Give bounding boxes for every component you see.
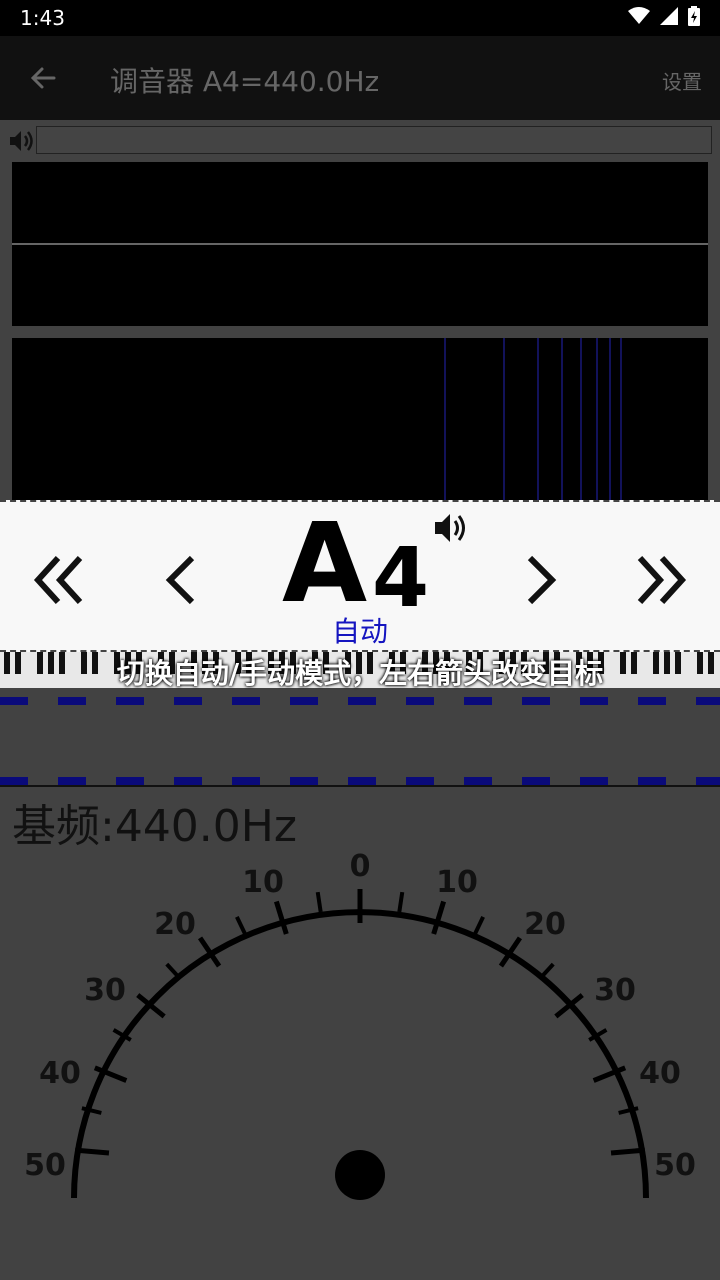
gauge-needle-pivot: [335, 1150, 385, 1200]
spectrum-line: [503, 338, 505, 500]
gauge-minor-tick: [472, 915, 485, 936]
mode-toggle[interactable]: 自动: [332, 610, 388, 650]
settings-button[interactable]: 设置: [662, 66, 702, 95]
gauge-major-tick: [610, 1147, 646, 1156]
spectrum-line: [561, 338, 563, 500]
volume-icon: [10, 131, 33, 151]
status-time: 1:43: [20, 6, 65, 30]
gauge-label-right: 40: [639, 1056, 681, 1091]
signal-icon: [660, 7, 678, 25]
spectrum-line: [620, 338, 622, 500]
chevron-right-icon[interactable]: [510, 548, 570, 612]
gauge-minor-tick: [165, 962, 182, 981]
spectrum-line: [580, 338, 582, 500]
volume-level-bar: [36, 126, 712, 154]
double-chevron-right-icon[interactable]: [630, 548, 690, 612]
note-letter[interactable]: A: [282, 508, 367, 618]
wifi-icon: [628, 7, 650, 24]
battery-icon: [688, 6, 700, 26]
status-bar: 1:43: [0, 0, 720, 36]
gauge-major-tick: [273, 900, 289, 935]
gauge-major-tick: [431, 900, 447, 935]
spectrum-line: [537, 338, 539, 500]
gauge-label-left: 40: [39, 1056, 81, 1091]
gauge-label-left: 20: [154, 907, 196, 942]
gauge-minor-tick: [397, 891, 405, 913]
app-bar: 调音器 A4=440.0Hz 设置: [0, 36, 720, 120]
spectrum-line: [444, 338, 446, 500]
gauge-label-right: 10: [436, 865, 478, 900]
chevron-left-icon[interactable]: [152, 548, 212, 612]
gauge-minor-tick: [538, 962, 555, 981]
gauge-label-left: 30: [84, 973, 126, 1008]
app-title: 调音器 A4=440.0Hz: [110, 65, 380, 98]
spectrum-line: [609, 338, 611, 500]
gauge-label-right: 20: [524, 907, 566, 942]
waveform-panel: [12, 162, 708, 326]
spectrum-line: [596, 338, 598, 500]
gauge-minor-tick: [235, 915, 248, 936]
back-arrow-icon[interactable]: [28, 60, 60, 96]
gauge-label-right: 50: [654, 1148, 696, 1183]
gauge-label-left: 50: [24, 1148, 66, 1183]
hint-text: 切换自动/手动模式，左右箭头改变目标: [116, 657, 604, 690]
note-octave[interactable]: 4: [372, 538, 429, 620]
spectrum-panel: [12, 338, 708, 500]
waveform-baseline: [12, 243, 708, 245]
gauge-label-left: 10: [242, 865, 284, 900]
note-panel: A 4 自动: [0, 500, 720, 652]
tuning-dash-top: [0, 697, 720, 705]
cents-gauge: 0 10 20 30 40 50 10 20 30 40 50: [24, 849, 696, 1200]
gauge-major-tick: [74, 1147, 110, 1156]
gauge-minor-tick: [315, 891, 323, 913]
double-chevron-left-icon[interactable]: [30, 548, 90, 612]
speaker-icon[interactable]: [432, 510, 472, 546]
volume-row: [0, 124, 720, 158]
tuning-separator: [0, 785, 720, 787]
gauge-label-right: 30: [594, 973, 636, 1008]
tuning-dash-bottom: [0, 777, 720, 785]
gauge-label-center: 0: [350, 849, 371, 884]
status-icons: [628, 6, 700, 26]
